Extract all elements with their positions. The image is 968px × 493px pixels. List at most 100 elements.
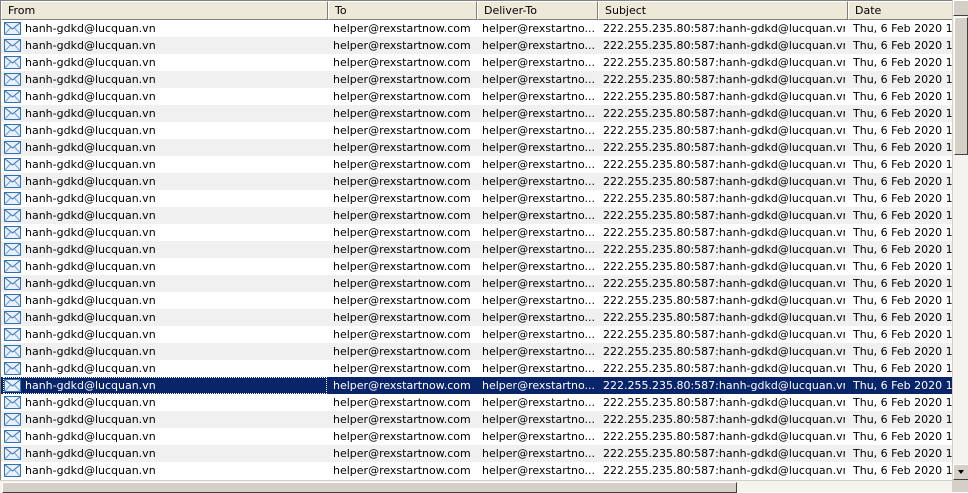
- column-header-date[interactable]: Date: [848, 1, 952, 20]
- table-row[interactable]: hanh-gdkd@lucquan.vn helper@rexstartnow.c…: [1, 428, 952, 445]
- to-cell: helper@rexstartnow.com: [333, 362, 471, 375]
- table-row[interactable]: hanh-gdkd@lucquan.vn helper@rexstartnow.c…: [1, 207, 952, 224]
- table-row[interactable]: hanh-gdkd@lucquan.vn helper@rexstartnow.c…: [1, 173, 952, 190]
- from-cell: hanh-gdkd@lucquan.vn: [3, 462, 327, 479]
- scroll-down-button[interactable]: [953, 464, 968, 480]
- from-text: hanh-gdkd@lucquan.vn: [25, 73, 156, 86]
- to-cell: helper@rexstartnow.com: [333, 90, 471, 103]
- vertical-scrollbar[interactable]: [952, 0, 968, 480]
- deliver-to-cell: helper@rexstartno...: [482, 260, 594, 273]
- horizontal-scrollbar[interactable]: [0, 480, 952, 493]
- from-text: hanh-gdkd@lucquan.vn: [25, 192, 156, 205]
- table-row[interactable]: hanh-gdkd@lucquan.vn helper@rexstartnow.c…: [1, 88, 952, 105]
- deliver-to-cell: helper@rexstartno...: [482, 192, 594, 205]
- date-cell: Thu, 6 Feb 2020 14:5: [853, 379, 952, 392]
- deliver-to-cell: helper@rexstartno...: [482, 447, 594, 460]
- subject-cell: 222.255.235.80:587:hanh-gdkd@lucquan.vn:…: [603, 430, 845, 443]
- table-row[interactable]: hanh-gdkd@lucquan.vn helper@rexstartnow.c…: [1, 360, 952, 377]
- from-cell: hanh-gdkd@lucquan.vn: [3, 139, 327, 156]
- from-cell: hanh-gdkd@lucquan.vn: [3, 207, 327, 224]
- deliver-to-cell: helper@rexstartno...: [482, 226, 594, 239]
- to-cell: helper@rexstartnow.com: [333, 39, 471, 52]
- from-text: hanh-gdkd@lucquan.vn: [25, 243, 156, 256]
- subject-cell: 222.255.235.80:587:hanh-gdkd@lucquan.vn:…: [603, 294, 845, 307]
- from-cell: hanh-gdkd@lucquan.vn: [3, 37, 327, 54]
- table-row[interactable]: hanh-gdkd@lucquan.vn helper@rexstartnow.c…: [1, 292, 952, 309]
- date-cell: Thu, 6 Feb 2020 14:5: [853, 158, 952, 171]
- message-list[interactable]: From To Deliver-To Subject Date hanh-gdk…: [0, 0, 952, 480]
- date-cell: Thu, 6 Feb 2020 14:5: [853, 464, 952, 477]
- scroll-up-button[interactable]: [953, 0, 968, 16]
- subject-cell: 222.255.235.80:587:hanh-gdkd@lucquan.vn:…: [603, 379, 845, 392]
- vertical-scroll-thumb[interactable]: [954, 17, 968, 155]
- from-text: hanh-gdkd@lucquan.vn: [25, 22, 156, 35]
- table-row[interactable]: hanh-gdkd@lucquan.vn helper@rexstartnow.c…: [1, 224, 952, 241]
- envelope-icon: [4, 141, 21, 154]
- deliver-to-cell: helper@rexstartno...: [482, 107, 594, 120]
- table-row[interactable]: hanh-gdkd@lucquan.vn helper@rexstartnow.c…: [1, 377, 952, 394]
- envelope-icon: [4, 430, 21, 443]
- to-cell: helper@rexstartnow.com: [333, 277, 471, 290]
- table-row[interactable]: hanh-gdkd@lucquan.vn helper@rexstartnow.c…: [1, 445, 952, 462]
- envelope-icon: [4, 56, 21, 69]
- to-cell: helper@rexstartnow.com: [333, 107, 471, 120]
- from-text: hanh-gdkd@lucquan.vn: [25, 141, 156, 154]
- envelope-icon: [4, 158, 21, 171]
- table-row[interactable]: hanh-gdkd@lucquan.vn helper@rexstartnow.c…: [1, 122, 952, 139]
- table-row[interactable]: hanh-gdkd@lucquan.vn helper@rexstartnow.c…: [1, 275, 952, 292]
- table-row[interactable]: hanh-gdkd@lucquan.vn helper@rexstartnow.c…: [1, 343, 952, 360]
- table-row[interactable]: hanh-gdkd@lucquan.vn helper@rexstartnow.c…: [1, 190, 952, 207]
- horizontal-scroll-thumb[interactable]: [2, 482, 737, 493]
- envelope-icon: [4, 413, 21, 426]
- deliver-to-cell: helper@rexstartno...: [482, 328, 594, 341]
- column-header-deliver-to[interactable]: Deliver-To: [477, 1, 598, 20]
- to-cell: helper@rexstartnow.com: [333, 379, 471, 392]
- table-row[interactable]: hanh-gdkd@lucquan.vn helper@rexstartnow.c…: [1, 105, 952, 122]
- from-cell: hanh-gdkd@lucquan.vn: [3, 105, 327, 122]
- from-cell: hanh-gdkd@lucquan.vn: [3, 343, 327, 360]
- date-cell: Thu, 6 Feb 2020 14:5: [853, 260, 952, 273]
- to-cell: helper@rexstartnow.com: [333, 56, 471, 69]
- table-row[interactable]: hanh-gdkd@lucquan.vn helper@rexstartnow.c…: [1, 309, 952, 326]
- column-header-to[interactable]: To: [328, 1, 477, 20]
- from-cell: hanh-gdkd@lucquan.vn: [3, 377, 327, 394]
- envelope-icon: [4, 209, 21, 222]
- table-row[interactable]: hanh-gdkd@lucquan.vn helper@rexstartnow.c…: [1, 20, 952, 37]
- table-row[interactable]: hanh-gdkd@lucquan.vn helper@rexstartnow.c…: [1, 241, 952, 258]
- table-row[interactable]: hanh-gdkd@lucquan.vn helper@rexstartnow.c…: [1, 37, 952, 54]
- table-row[interactable]: hanh-gdkd@lucquan.vn helper@rexstartnow.c…: [1, 411, 952, 428]
- from-text: hanh-gdkd@lucquan.vn: [25, 447, 156, 460]
- to-cell: helper@rexstartnow.com: [333, 226, 471, 239]
- from-text: hanh-gdkd@lucquan.vn: [25, 464, 156, 477]
- table-row[interactable]: hanh-gdkd@lucquan.vn helper@rexstartnow.c…: [1, 258, 952, 275]
- table-row[interactable]: hanh-gdkd@lucquan.vn helper@rexstartnow.c…: [1, 71, 952, 88]
- date-cell: Thu, 6 Feb 2020 14:5: [853, 22, 952, 35]
- column-header-subject[interactable]: Subject: [598, 1, 848, 20]
- to-cell: helper@rexstartnow.com: [333, 396, 471, 409]
- subject-cell: 222.255.235.80:587:hanh-gdkd@lucquan.vn:…: [603, 39, 845, 52]
- column-header-from[interactable]: From: [1, 1, 328, 20]
- deliver-to-cell: helper@rexstartno...: [482, 311, 594, 324]
- table-row[interactable]: hanh-gdkd@lucquan.vn helper@rexstartnow.c…: [1, 139, 952, 156]
- envelope-icon: [4, 277, 21, 290]
- to-cell: helper@rexstartnow.com: [333, 175, 471, 188]
- subject-cell: 222.255.235.80:587:hanh-gdkd@lucquan.vn:…: [603, 243, 845, 256]
- deliver-to-cell: helper@rexstartno...: [482, 464, 594, 477]
- deliver-to-cell: helper@rexstartno...: [482, 39, 594, 52]
- table-row[interactable]: hanh-gdkd@lucquan.vn helper@rexstartnow.c…: [1, 54, 952, 71]
- table-row[interactable]: hanh-gdkd@lucquan.vn helper@rexstartnow.c…: [1, 462, 952, 479]
- to-cell: helper@rexstartnow.com: [333, 243, 471, 256]
- from-cell: hanh-gdkd@lucquan.vn: [3, 88, 327, 105]
- to-cell: helper@rexstartnow.com: [333, 311, 471, 324]
- deliver-to-cell: helper@rexstartno...: [482, 158, 594, 171]
- date-cell: Thu, 6 Feb 2020 14:5: [853, 362, 952, 375]
- table-row[interactable]: hanh-gdkd@lucquan.vn helper@rexstartnow.c…: [1, 156, 952, 173]
- table-row[interactable]: hanh-gdkd@lucquan.vn helper@rexstartnow.c…: [1, 326, 952, 343]
- envelope-icon: [4, 260, 21, 273]
- envelope-icon: [4, 447, 21, 460]
- from-text: hanh-gdkd@lucquan.vn: [25, 107, 156, 120]
- deliver-to-cell: helper@rexstartno...: [482, 430, 594, 443]
- date-cell: Thu, 6 Feb 2020 14:5: [853, 175, 952, 188]
- table-row[interactable]: hanh-gdkd@lucquan.vn helper@rexstartnow.c…: [1, 394, 952, 411]
- from-cell: hanh-gdkd@lucquan.vn: [3, 190, 327, 207]
